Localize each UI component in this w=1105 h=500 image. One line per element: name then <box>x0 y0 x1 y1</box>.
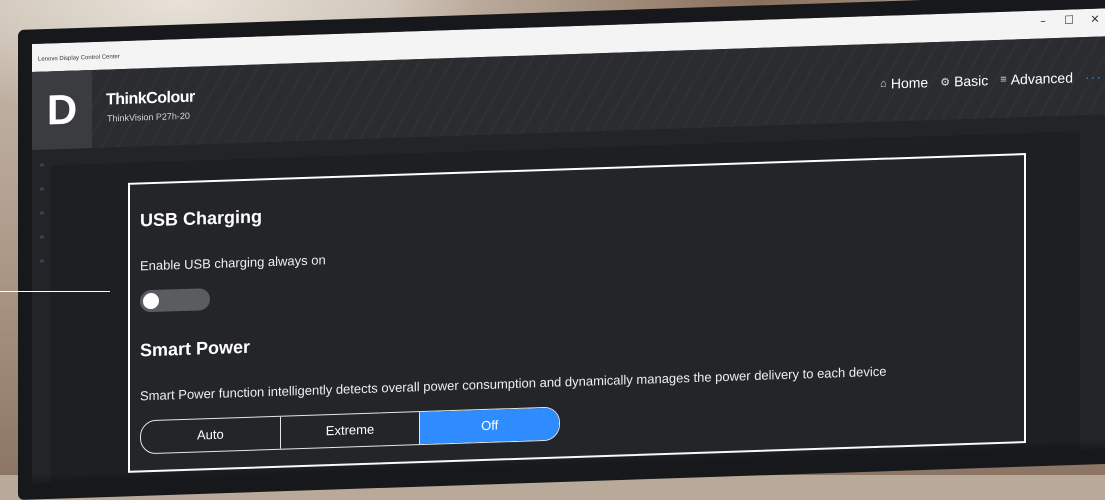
usb-charging-toggle[interactable] <box>140 288 210 313</box>
monitor-model: ThinkVision P27h-20 <box>107 110 190 124</box>
smart-power-selector: Auto Extreme Off <box>140 406 560 455</box>
home-icon: ⌂ <box>880 77 887 90</box>
brand-name: ThinkColour <box>106 88 195 109</box>
smart-power-description: Smart Power function intelligently detec… <box>140 363 887 404</box>
smart-power-option-extreme[interactable]: Extreme <box>280 412 421 449</box>
settings-panel: USB Charging Enable USB charging always … <box>128 153 1026 473</box>
nav-home[interactable]: ⌂ Home <box>880 74 928 92</box>
app-window: Lenovo Display Control Center – ☐ ✕ D Th… <box>32 8 1105 485</box>
usb-charging-description: Enable USB charging always on <box>140 252 326 274</box>
callout-line <box>0 291 110 292</box>
more-menu-button[interactable]: ··· <box>1085 69 1102 86</box>
main-content: USB Charging Enable USB charging always … <box>50 131 1080 485</box>
minimize-button[interactable]: – <box>1030 8 1056 35</box>
toggle-knob <box>143 292 159 310</box>
app-logo: D <box>32 70 92 150</box>
nav-advanced-label: Advanced <box>1010 69 1073 88</box>
sliders-icon: ≡ <box>1000 73 1007 86</box>
nav-advanced[interactable]: ≡ Advanced <box>1000 69 1073 87</box>
close-button[interactable]: ✕ <box>1082 8 1105 33</box>
nav-home-label: Home <box>890 74 929 92</box>
top-nav: ⌂ Home ⚙ Basic ≡ Advanced ··· <box>880 69 1102 92</box>
nav-basic-label: Basic <box>954 72 989 90</box>
nav-basic[interactable]: ⚙ Basic <box>940 72 988 90</box>
usb-charging-title: USB Charging <box>140 206 263 231</box>
smart-power-title: Smart Power <box>140 336 251 361</box>
app-title: Lenovo Display Control Center <box>38 54 120 63</box>
maximize-button[interactable]: ☐ <box>1056 8 1082 34</box>
smart-power-option-off[interactable]: Off <box>420 407 560 445</box>
side-indicator <box>40 163 44 284</box>
smart-power-option-auto[interactable]: Auto <box>141 416 281 454</box>
settings-icon: ⚙ <box>940 76 951 89</box>
